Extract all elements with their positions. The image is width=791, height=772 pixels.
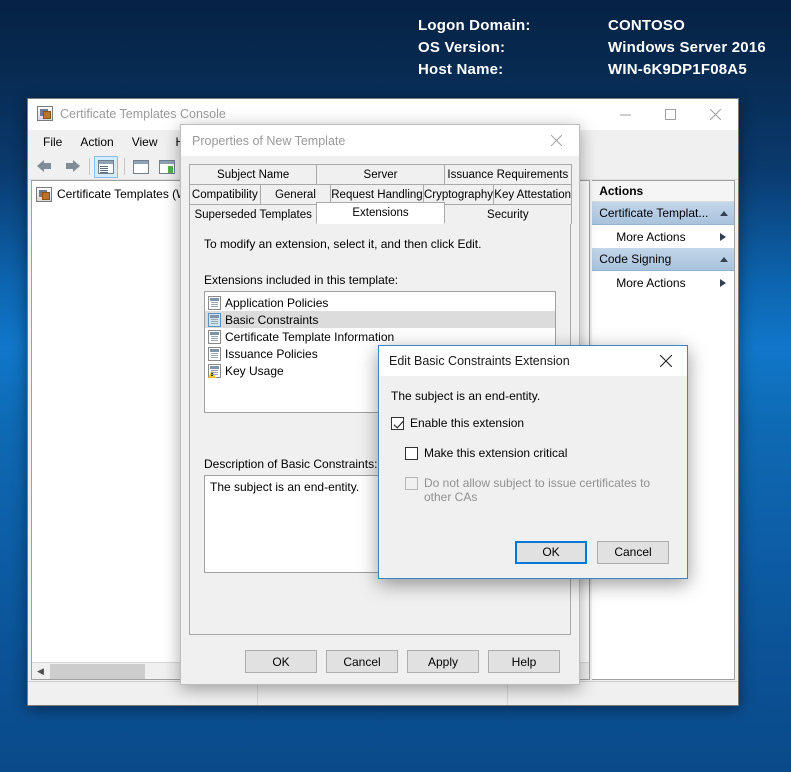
- menu-action[interactable]: Action: [71, 132, 122, 152]
- tab-compatibility[interactable]: Compatibility: [189, 184, 261, 204]
- edit-dialog-message: The subject is an end-entity.: [391, 389, 541, 403]
- show-hide-console-tree-icon[interactable]: [94, 155, 118, 178]
- list-item-label: Application Policies: [225, 295, 329, 310]
- logon-domain-label: Logon Domain:: [418, 17, 531, 34]
- close-icon[interactable]: [534, 125, 579, 156]
- list-item-label: Certificate Template Information: [225, 329, 395, 344]
- maximize-icon[interactable]: [648, 99, 693, 130]
- tab-row-2: Compatibility General Request Handling C…: [189, 184, 573, 204]
- properties-tab-strip: Subject Name Server Issuance Requirement…: [181, 156, 579, 224]
- tab-general[interactable]: General: [259, 184, 332, 204]
- desktop-info-overlay: Logon Domain: CONTOSO OS Version: Window…: [418, 16, 766, 79]
- apply-button[interactable]: Apply: [407, 650, 479, 673]
- window-controls: [603, 99, 738, 130]
- description-text: The subject is an end-entity.: [210, 480, 360, 494]
- action-more-actions[interactable]: More Actions: [592, 271, 734, 294]
- tab-superseded-templates[interactable]: Superseded Templates: [189, 204, 318, 224]
- action-item-label: More Actions: [616, 275, 686, 290]
- tab-security[interactable]: Security: [443, 204, 572, 224]
- extensions-list-label: Extensions included in this template:: [204, 273, 399, 287]
- tab-server[interactable]: Server: [316, 164, 445, 184]
- edit-basic-constraints-extension-dialog: Edit Basic Constraints Extension The sub…: [378, 345, 688, 579]
- tree-item-label: Certificate Templates (W: [57, 187, 188, 201]
- minimize-icon[interactable]: [603, 99, 648, 130]
- list-item[interactable]: Certificate Template Information: [205, 328, 555, 345]
- logon-domain-value: CONTOSO: [608, 17, 685, 34]
- host-name-label: Host Name:: [418, 61, 504, 78]
- chevron-left-icon[interactable]: ◀: [32, 663, 49, 680]
- actions-group-label: Code Signing: [599, 252, 672, 266]
- tab-key-attestation[interactable]: Key Attestation: [493, 184, 573, 204]
- action-item-label: More Actions: [616, 229, 686, 244]
- tab-cryptography[interactable]: Cryptography: [422, 184, 495, 204]
- tab-row-1: Subject Name Server Issuance Requirement…: [189, 164, 572, 184]
- properties-dialog-title-bar: Properties of New Template: [181, 125, 579, 156]
- help-button[interactable]: Help: [488, 650, 560, 673]
- tab-issuance-requirements[interactable]: Issuance Requirements: [443, 164, 572, 184]
- extension-icon: [208, 312, 221, 327]
- os-version-value: Windows Server 2016: [608, 39, 766, 56]
- menu-view[interactable]: View: [123, 132, 167, 152]
- enable-this-extension-checkbox[interactable]: Enable this extension: [391, 416, 675, 430]
- close-icon[interactable]: [693, 99, 738, 130]
- caret-up-icon[interactable]: [720, 256, 728, 262]
- caret-right-icon[interactable]: [720, 278, 726, 287]
- action-more-actions[interactable]: More Actions: [592, 225, 734, 248]
- edit-dialog-body: The subject is an end-entity. Enable thi…: [379, 376, 687, 504]
- checkbox-label: Do not allow subject to issue certificat…: [424, 476, 651, 504]
- toolbar-separator: [124, 158, 125, 175]
- list-item[interactable]: Basic Constraints: [205, 311, 555, 328]
- do-not-allow-subject-to-issue-certificates-checkbox: Do not allow subject to issue certificat…: [405, 476, 675, 504]
- checkbox-checked-icon[interactable]: [391, 417, 404, 430]
- properties-dialog-title: Properties of New Template: [192, 133, 346, 148]
- extension-icon: [208, 329, 221, 344]
- host-name-value: WIN-6K9DP1F08A5: [608, 61, 747, 78]
- make-this-extension-critical-checkbox[interactable]: Make this extension critical: [405, 446, 675, 460]
- actions-group-label: Certificate Templat...: [599, 206, 709, 220]
- actions-pane-header: Actions: [592, 181, 734, 202]
- tab-subject-name[interactable]: Subject Name: [189, 164, 318, 184]
- checkbox-label: Enable this extension: [410, 416, 525, 430]
- cancel-button[interactable]: Cancel: [597, 540, 669, 564]
- list-item[interactable]: Application Policies: [205, 294, 555, 311]
- certificate-templates-icon: [36, 186, 52, 202]
- tab-row-3: Superseded Templates Extensions Security: [189, 202, 572, 224]
- scrollbar-thumb[interactable]: [50, 663, 145, 679]
- export-list-icon[interactable]: [155, 156, 179, 178]
- extension-warning-icon: [208, 363, 221, 378]
- toolbar-separator: [89, 158, 90, 175]
- list-item-label: Basic Constraints: [225, 312, 319, 327]
- list-item-label: Key Usage: [225, 363, 284, 378]
- list-item-label: Issuance Policies: [225, 346, 318, 361]
- close-icon[interactable]: [645, 346, 687, 376]
- caret-right-icon[interactable]: [720, 232, 726, 241]
- extension-icon: [208, 346, 221, 361]
- properties-button-row: OK Cancel Apply Help: [181, 639, 579, 684]
- mmc-console-icon: [37, 106, 53, 122]
- tab-extensions[interactable]: Extensions: [316, 202, 445, 224]
- checkbox-unchecked-icon[interactable]: [405, 447, 418, 460]
- checkbox-disabled-icon: [405, 477, 418, 490]
- properties-icon[interactable]: [129, 156, 153, 178]
- edit-dialog-title-bar: Edit Basic Constraints Extension: [379, 346, 687, 376]
- actions-group-certificate-templates[interactable]: Certificate Templat...: [592, 202, 734, 225]
- extensions-instruction: To modify an extension, select it, and t…: [204, 237, 482, 251]
- caret-up-icon[interactable]: [720, 210, 728, 216]
- menu-file[interactable]: File: [34, 132, 71, 152]
- tab-request-handling[interactable]: Request Handling: [330, 184, 424, 204]
- actions-group-code-signing[interactable]: Code Signing: [592, 248, 734, 271]
- checkbox-label: Make this extension critical: [424, 446, 568, 460]
- extension-icon: [208, 295, 221, 310]
- os-version-label: OS Version:: [418, 39, 506, 56]
- cancel-button[interactable]: Cancel: [326, 650, 398, 673]
- console-title-text: Certificate Templates Console: [60, 107, 226, 121]
- edit-dialog-title: Edit Basic Constraints Extension: [389, 354, 570, 368]
- back-icon[interactable]: [33, 156, 57, 178]
- ok-button[interactable]: OK: [245, 650, 317, 673]
- edit-dialog-button-row: OK Cancel: [379, 526, 687, 578]
- ok-button[interactable]: OK: [515, 540, 587, 564]
- forward-icon[interactable]: [59, 156, 83, 178]
